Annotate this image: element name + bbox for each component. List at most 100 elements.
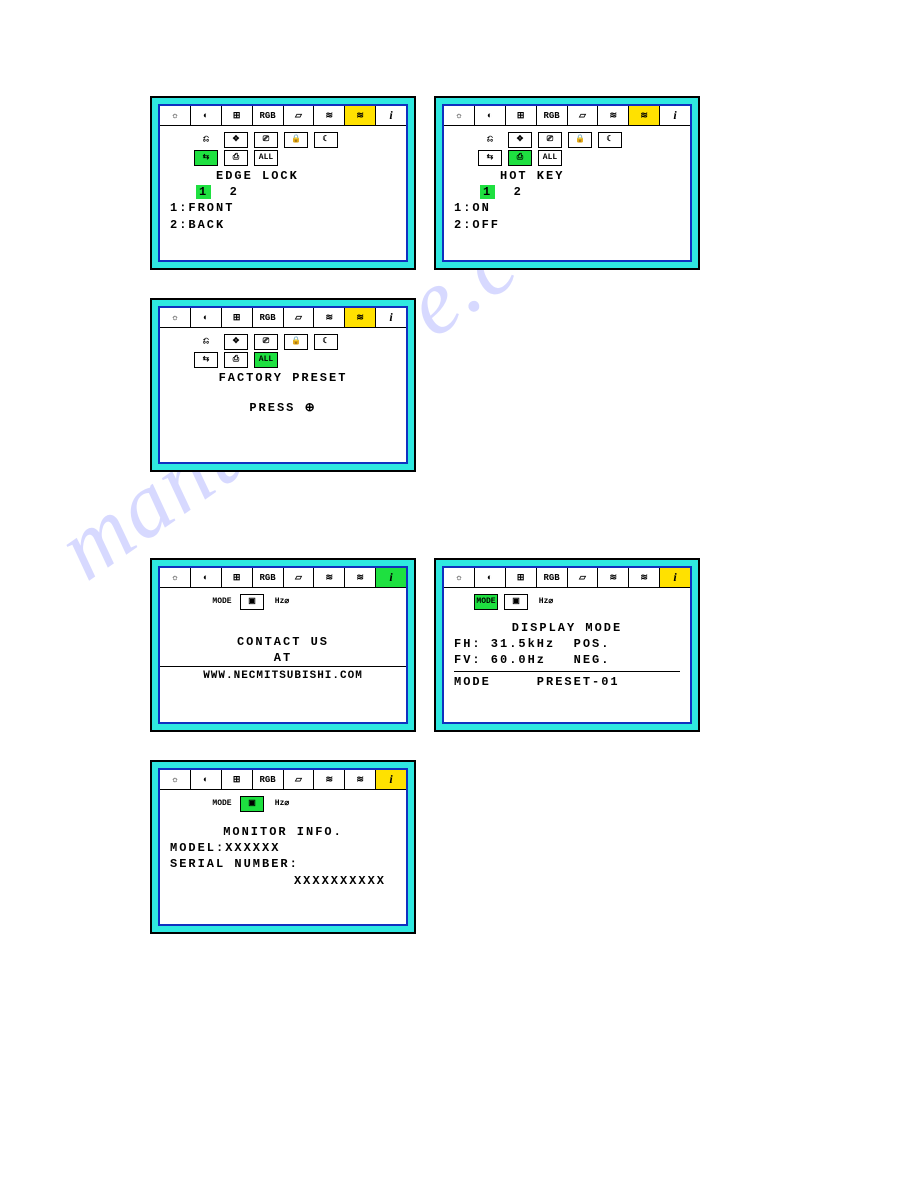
tab-tools1[interactable]: ≋	[314, 308, 345, 327]
tab-tools1[interactable]: ≋	[314, 106, 345, 125]
panel-content: ⎌ ✥ ⎚ 🔒 ☾ ⇆ ⎙ ALL EDGE LOCK 1 2 1:FRONT …	[160, 126, 406, 241]
mode-icon[interactable]: ▣	[504, 594, 528, 610]
legend-2: 2:OFF	[454, 217, 680, 233]
panel-title: MONITOR INFO.	[170, 824, 396, 840]
sleep-icon[interactable]: ☾	[314, 334, 338, 350]
tab-tools1[interactable]: ≋	[314, 770, 345, 789]
option-1[interactable]: 1	[196, 185, 211, 199]
option-row: 1 2	[480, 184, 680, 200]
tab-info[interactable]: i	[376, 308, 406, 327]
tab-contrast[interactable]: ◐	[191, 568, 222, 587]
tab-brightness[interactable]: ☼	[444, 106, 475, 125]
tab-tools2[interactable]: ≋	[629, 568, 660, 587]
sub-icon-row-1: ⎌ ✥ ⎚ 🔒 ☾	[478, 132, 680, 148]
tab-rgb[interactable]: RGB	[253, 308, 284, 327]
osd-off-icon[interactable]: ⎚	[254, 334, 278, 350]
reset-icon[interactable]: ALL	[538, 150, 562, 166]
osd-off-icon[interactable]: ⎚	[538, 132, 562, 148]
mode-icon[interactable]: ▣	[240, 594, 264, 610]
option-2[interactable]: 2	[230, 185, 239, 199]
tab-info[interactable]: i	[660, 106, 690, 125]
tab-rgb[interactable]: RGB	[253, 568, 284, 587]
tab-contrast[interactable]: ◐	[191, 308, 222, 327]
panel-monitor-info: ☼ ◐ ⊞ RGB ▱ ≋ ≋ i MODE ▣ Hz⌀ MONITOR INF…	[150, 760, 418, 934]
tab-geometry[interactable]: ⊞	[506, 106, 537, 125]
tab-geometry[interactable]: ⊞	[222, 568, 253, 587]
tab-geometry[interactable]: ⊞	[222, 770, 253, 789]
hotkey-icon[interactable]: ⎙	[508, 150, 532, 166]
osd-off-icon[interactable]: ⎚	[254, 132, 278, 148]
tab-contrast[interactable]: ◐	[475, 106, 506, 125]
tab-brightness[interactable]: ☼	[160, 308, 191, 327]
language-icon[interactable]: ⎌	[194, 334, 218, 350]
tab-tools2[interactable]: ≋	[345, 568, 376, 587]
hotkey-icon[interactable]: ⎙	[224, 352, 248, 368]
sub-icon-row-2: ⇆ ⎙ ALL	[478, 150, 680, 166]
tab-screen[interactable]: ▱	[284, 568, 315, 587]
tab-contrast[interactable]: ◐	[475, 568, 506, 587]
mode-label[interactable]: MODE	[474, 594, 498, 610]
edgelock-icon[interactable]: ⇆	[194, 150, 218, 166]
tab-tools1[interactable]: ≋	[598, 568, 629, 587]
hz-label: Hz⌀	[270, 594, 294, 610]
language-icon[interactable]: ⎌	[194, 132, 218, 148]
tab-tools2[interactable]: ≋	[629, 106, 660, 125]
tab-screen[interactable]: ▱	[284, 308, 315, 327]
sub-icon-row-1: ⎌ ✥ ⎚ 🔒 ☾	[194, 132, 396, 148]
tab-rgb[interactable]: RGB	[537, 568, 568, 587]
panel-content: ⎌ ✥ ⎚ 🔒 ☾ ⇆ ⎙ ALL FACTORY PRESET PRESS ⊕	[160, 328, 406, 424]
tab-tools1[interactable]: ≋	[314, 568, 345, 587]
lock-icon[interactable]: 🔒	[284, 132, 308, 148]
tab-brightness[interactable]: ☼	[444, 568, 475, 587]
tab-rgb[interactable]: RGB	[537, 106, 568, 125]
tab-tools2[interactable]: ≋	[345, 106, 376, 125]
edgelock-icon[interactable]: ⇆	[194, 352, 218, 368]
tab-screen[interactable]: ▱	[284, 770, 315, 789]
sub-icon-row: MODE ▣ Hz⌀	[210, 594, 396, 610]
tab-rgb[interactable]: RGB	[253, 770, 284, 789]
tab-rgb[interactable]: RGB	[253, 106, 284, 125]
lock-icon[interactable]: 🔒	[284, 334, 308, 350]
osd-panels-grid: ☼ ◐ ⊞ RGB ▱ ≋ ≋ i ⎌ ✥ ⎚ 🔒 ☾ ⇆ ⎙	[150, 96, 702, 934]
tab-info[interactable]: i	[660, 568, 690, 587]
spacer	[150, 500, 418, 530]
tab-contrast[interactable]: ◐	[191, 106, 222, 125]
reset-icon[interactable]: ALL	[254, 352, 278, 368]
tab-screen[interactable]: ▱	[568, 106, 599, 125]
language-icon[interactable]: ⎌	[478, 132, 502, 148]
tab-tools1[interactable]: ≋	[598, 106, 629, 125]
tab-brightness[interactable]: ☼	[160, 568, 191, 587]
hotkey-icon[interactable]: ⎙	[224, 150, 248, 166]
position-icon[interactable]: ✥	[224, 334, 248, 350]
tab-screen[interactable]: ▱	[284, 106, 315, 125]
tab-geometry[interactable]: ⊞	[222, 308, 253, 327]
tab-brightness[interactable]: ☼	[160, 770, 191, 789]
tab-info[interactable]: i	[376, 770, 406, 789]
tab-geometry[interactable]: ⊞	[222, 106, 253, 125]
lock-icon[interactable]: 🔒	[568, 132, 592, 148]
tab-tools2[interactable]: ≋	[345, 770, 376, 789]
option-1[interactable]: 1	[480, 185, 495, 199]
tab-brightness[interactable]: ☼	[160, 106, 191, 125]
sleep-icon[interactable]: ☾	[598, 132, 622, 148]
position-icon[interactable]: ✥	[508, 132, 532, 148]
panel-content: ⎌ ✥ ⎚ 🔒 ☾ ⇆ ⎙ ALL HOT KEY 1 2 1:ON 2:OFF	[444, 126, 690, 241]
tab-contrast[interactable]: ◐	[191, 770, 222, 789]
panel-title: CONTACT US	[170, 634, 396, 650]
tab-screen[interactable]: ▱	[568, 568, 599, 587]
panel-factory-preset: ☼ ◐ ⊞ RGB ▱ ≋ ≋ i ⎌ ✥ ⎚ 🔒 ☾ ⇆ ⎙	[150, 298, 418, 472]
tab-bar: ☼ ◐ ⊞ RGB ▱ ≋ ≋ i	[444, 568, 690, 588]
tab-tools2[interactable]: ≋	[345, 308, 376, 327]
sleep-icon[interactable]: ☾	[314, 132, 338, 148]
position-icon[interactable]: ✥	[224, 132, 248, 148]
tab-info[interactable]: i	[376, 568, 406, 587]
reset-icon[interactable]: ALL	[254, 150, 278, 166]
panel-contact-us: ☼ ◐ ⊞ RGB ▱ ≋ ≋ i MODE ▣ Hz⌀ CONTACT US …	[150, 558, 418, 732]
legend-1: 1:ON	[454, 200, 680, 216]
tab-geometry[interactable]: ⊞	[506, 568, 537, 587]
press-action[interactable]: PRESS ⊕	[170, 400, 396, 416]
mode-icon[interactable]: ▣	[240, 796, 264, 812]
edgelock-icon[interactable]: ⇆	[478, 150, 502, 166]
option-2[interactable]: 2	[514, 185, 523, 199]
tab-info[interactable]: i	[376, 106, 406, 125]
